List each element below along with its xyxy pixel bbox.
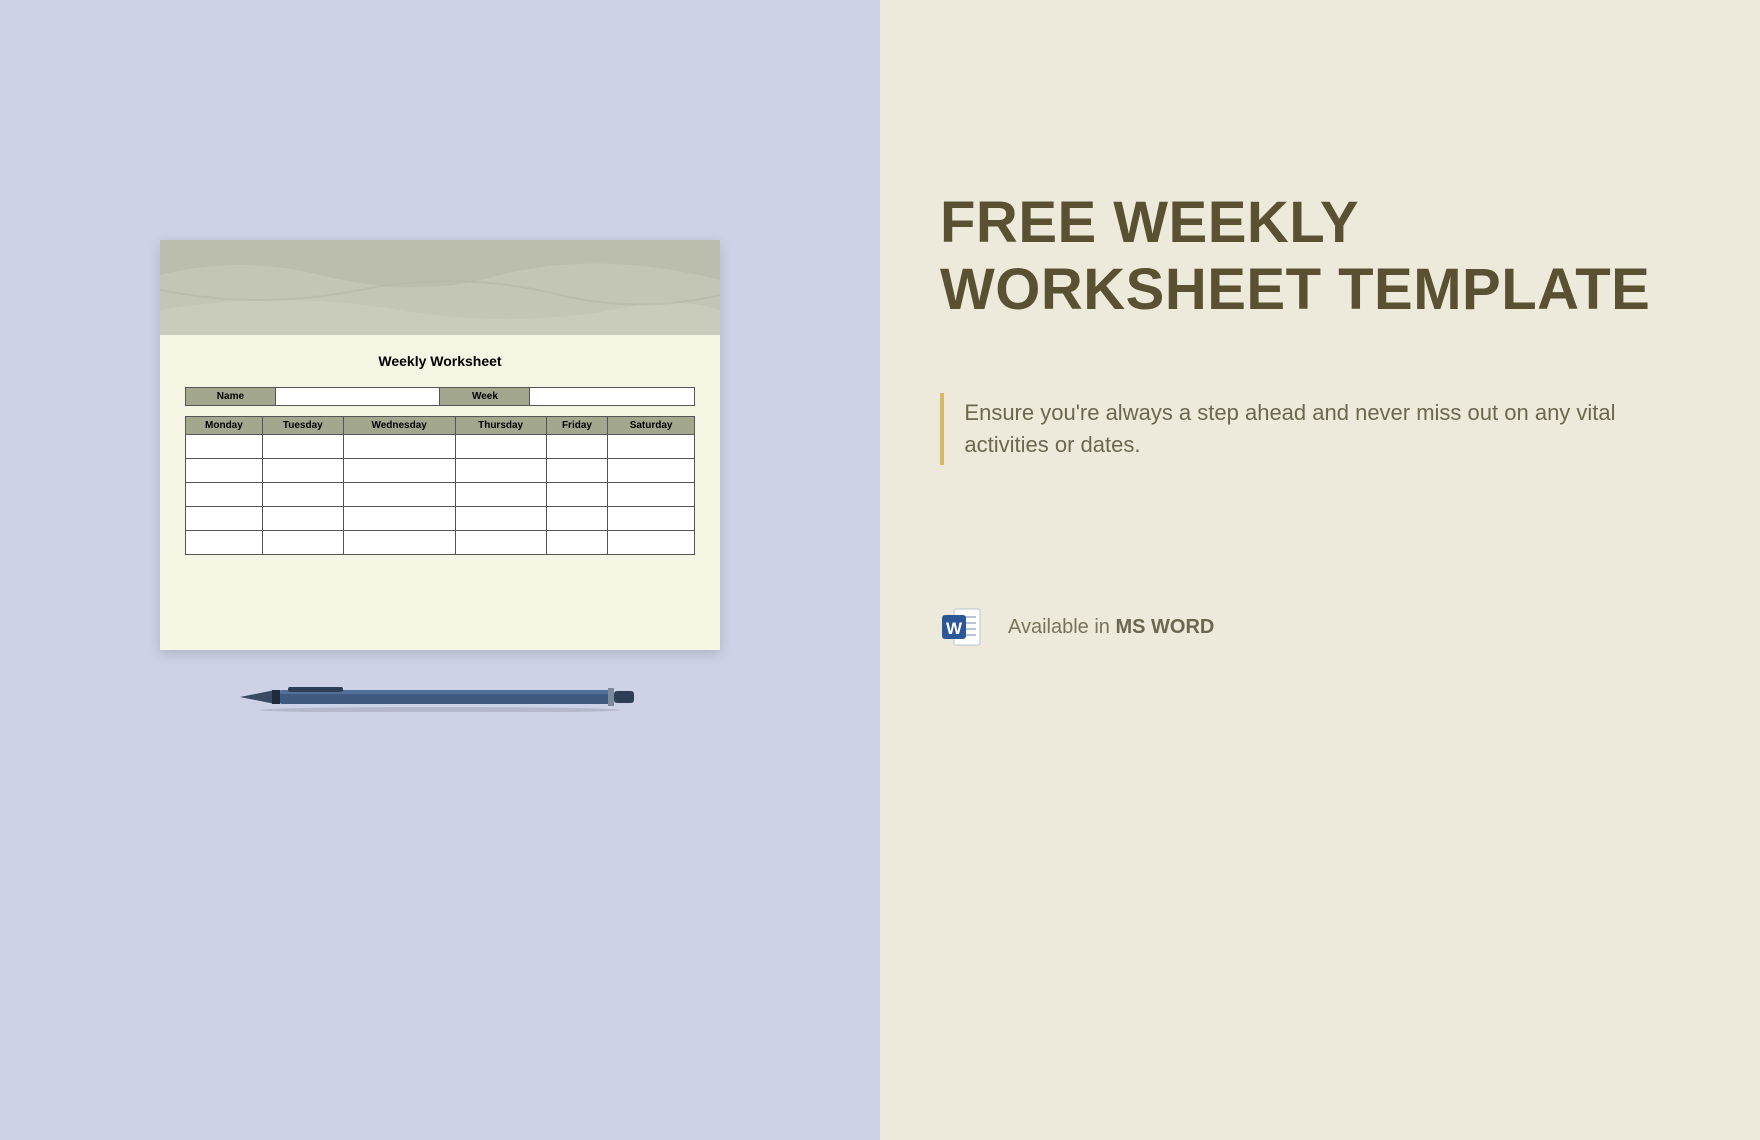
pen-decoration — [240, 682, 640, 712]
grid-cell — [262, 531, 343, 555]
worksheet-body: Weekly Worksheet Name Week MondayTuesday… — [160, 335, 720, 575]
day-header: Friday — [546, 417, 607, 435]
availability-format: MS WORD — [1115, 616, 1214, 638]
grid-cell — [262, 483, 343, 507]
availability-row: W Available in MS WORD — [940, 605, 1700, 649]
tagline-text: Ensure you're always a step ahead and ne… — [964, 393, 1700, 465]
grid-cell — [455, 507, 546, 531]
info-panel: FREE WEEKLY WORKSHEET TEMPLATE Ensure yo… — [880, 0, 1760, 1140]
grid-cell — [262, 459, 343, 483]
worksheet-banner — [160, 240, 720, 335]
grid-cell — [343, 483, 455, 507]
day-header: Tuesday — [262, 417, 343, 435]
grid-cell — [186, 435, 263, 459]
grid-cell — [546, 435, 607, 459]
grid-cell — [608, 435, 695, 459]
grid-cell — [455, 459, 546, 483]
grid-cell — [455, 483, 546, 507]
name-value — [275, 388, 440, 406]
accent-bar — [940, 393, 944, 465]
grid-cell — [608, 459, 695, 483]
availability-text: Available in MS WORD — [1008, 616, 1214, 639]
worksheet-title: Weekly Worksheet — [185, 353, 695, 369]
grid-cell — [546, 459, 607, 483]
info-table: Name Week — [185, 387, 695, 406]
grid-cell — [608, 531, 695, 555]
grid-cell — [546, 531, 607, 555]
grid-cell — [262, 507, 343, 531]
grid-cell — [608, 483, 695, 507]
week-label: Week — [440, 388, 530, 406]
grid-cell — [343, 435, 455, 459]
grid-cell — [262, 435, 343, 459]
svg-text:W: W — [946, 619, 963, 638]
week-value — [530, 388, 695, 406]
template-title: FREE WEEKLY WORKSHEET TEMPLATE — [940, 190, 1700, 323]
day-header: Monday — [186, 417, 263, 435]
preview-panel: Weekly Worksheet Name Week MondayTuesday… — [0, 0, 880, 1140]
grid-cell — [455, 531, 546, 555]
grid-cell — [343, 459, 455, 483]
day-header: Saturday — [608, 417, 695, 435]
grid-cell — [186, 507, 263, 531]
grid-cell — [343, 507, 455, 531]
name-label: Name — [186, 388, 276, 406]
grid-cell — [186, 483, 263, 507]
availability-prefix: Available in — [1008, 616, 1115, 638]
grid-cell — [186, 459, 263, 483]
day-header: Thursday — [455, 417, 546, 435]
grid-cell — [546, 483, 607, 507]
ms-word-icon: W — [940, 605, 984, 649]
grid-cell — [186, 531, 263, 555]
grid-cell — [455, 435, 546, 459]
grid-cell — [546, 507, 607, 531]
template-preview: Weekly Worksheet Name Week MondayTuesday… — [160, 240, 720, 650]
day-grid: MondayTuesdayWednesdayThursdayFridaySatu… — [185, 416, 695, 555]
tagline-block: Ensure you're always a step ahead and ne… — [940, 393, 1700, 465]
grid-cell — [608, 507, 695, 531]
day-header: Wednesday — [343, 417, 455, 435]
grid-cell — [343, 531, 455, 555]
